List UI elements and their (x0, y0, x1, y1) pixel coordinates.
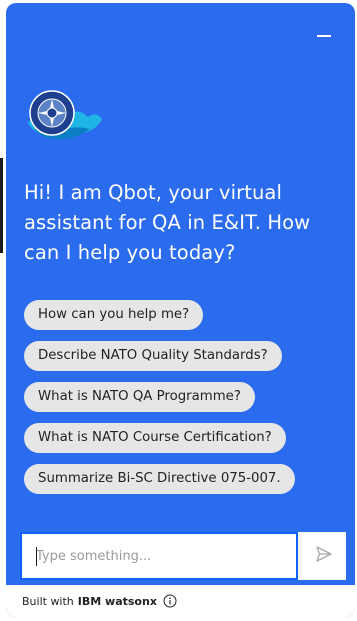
minimize-icon[interactable] (317, 35, 331, 37)
chat-window: Hi! I am Qbot, your virtual assistant fo… (6, 3, 355, 617)
brand-label: IBM watsonx (77, 594, 157, 608)
suggestion-chip-summarize-directive[interactable]: Summarize Bi-SC Directive 075-007. (24, 464, 295, 494)
chat-header (6, 3, 355, 63)
text-caret (36, 547, 37, 566)
suggestion-chip-qa-programme[interactable]: What is NATO QA Programme? (24, 382, 255, 412)
greeting-message: Hi! I am Qbot, your virtual assistant fo… (24, 181, 311, 264)
message-input-wrapper (20, 532, 298, 580)
suggestion-list: How can you help me? Describe NATO Quali… (24, 300, 295, 494)
built-with-label: Built with (22, 594, 74, 608)
send-button[interactable] (302, 534, 346, 578)
page-edge-marker (0, 158, 3, 253)
suggestion-chip-quality-standards[interactable]: Describe NATO Quality Standards? (24, 341, 282, 371)
info-icon[interactable] (163, 594, 177, 608)
message-input[interactable] (22, 534, 286, 578)
send-icon (315, 545, 333, 567)
chat-footer: Built with IBM watsonx (6, 585, 355, 617)
suggestion-chip-course-certification[interactable]: What is NATO Course Certification? (24, 423, 286, 453)
nato-qa-logo (24, 85, 104, 145)
message-input-area (20, 532, 346, 580)
suggestion-chip-help[interactable]: How can you help me? (24, 300, 204, 330)
